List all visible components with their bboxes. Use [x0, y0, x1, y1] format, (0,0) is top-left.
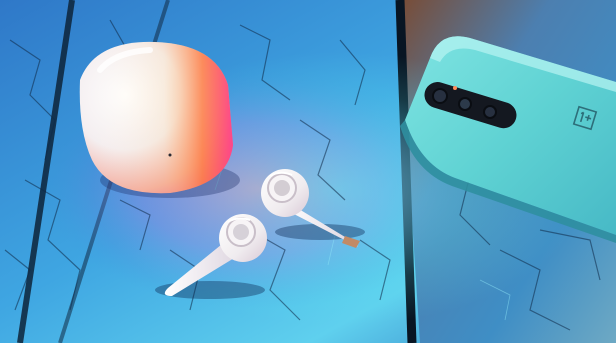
camera-lens-icon [483, 105, 497, 119]
case-indicator-light [168, 153, 172, 157]
product-photo [0, 0, 616, 343]
camera-lens-icon [432, 88, 448, 104]
camera-lens-icon [458, 97, 472, 111]
camera-flash-icon [453, 86, 457, 90]
earbuds-charging-case [79, 41, 233, 194]
